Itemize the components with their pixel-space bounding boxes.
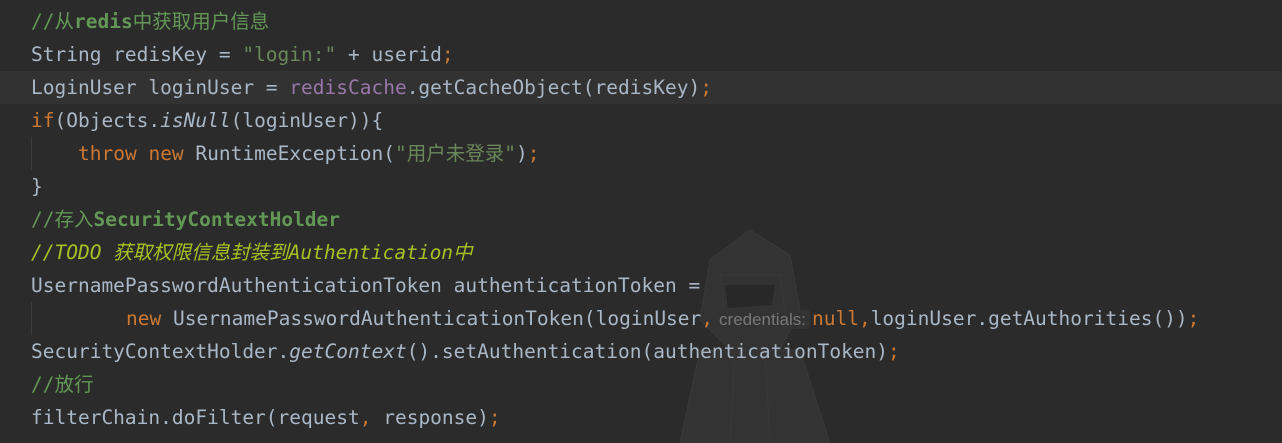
code-token: UsernamePasswordAuthenticationToken auth…: [31, 274, 701, 297]
code-line-12[interactable]: //放行: [0, 368, 1282, 401]
code-token: UsernamePasswordAuthenticationToken(logi…: [161, 307, 702, 330]
code-token: ().setAuthentication(authenticationToken…: [406, 340, 889, 363]
comment-token: redis: [73, 10, 133, 33]
code-token: filterChain.doFilter(request: [31, 406, 360, 429]
keyword-token: null: [811, 307, 859, 330]
code-line-2[interactable]: String redisKey = "login:" + userid;: [0, 38, 1282, 71]
comment-token: 中获取用户信息: [132, 10, 270, 33]
semicolon: ;: [1187, 307, 1200, 330]
keyword-token: throw: [78, 142, 137, 165]
keyword-token: new: [148, 142, 184, 165]
code-token: (loginUser)){: [230, 109, 384, 132]
semicolon: ;: [527, 142, 540, 165]
code-line-1[interactable]: //从redis中获取用户信息: [0, 5, 1282, 38]
field-reference: redisCache: [289, 76, 407, 99]
semicolon: ;: [488, 406, 501, 429]
comma: ,: [701, 307, 714, 330]
code-line-5[interactable]: throw new RuntimeException("用户未登录");: [0, 137, 1282, 170]
code-token: + userid: [336, 43, 442, 66]
keyword-token: new: [126, 307, 162, 330]
code-line-6[interactable]: }: [0, 170, 1282, 203]
comment-token: //存入: [31, 208, 94, 231]
code-line-10[interactable]: new UsernamePasswordAuthenticationToken(…: [0, 302, 1282, 335]
code-token: RuntimeException(: [183, 142, 396, 165]
code-line-13[interactable]: filterChain.doFilter(request, response);: [0, 401, 1282, 434]
code-line-11[interactable]: SecurityContextHolder.getContext().setAu…: [0, 335, 1282, 368]
code-token: (Objects.: [54, 109, 161, 132]
semicolon: ;: [700, 76, 712, 99]
comment-token: //从: [31, 10, 74, 33]
keyword-token: if: [31, 109, 55, 132]
code-editor[interactable]: //从redis中获取用户信息 String redisKey = "login…: [0, 0, 1282, 443]
code-line-9[interactable]: UsernamePasswordAuthenticationToken auth…: [0, 269, 1282, 302]
code-token: String redisKey =: [31, 43, 243, 66]
comment-token: SecurityContextHolder: [93, 208, 341, 231]
code-line-4[interactable]: if(Objects.isNull(loginUser)){: [0, 104, 1282, 137]
semicolon: ;: [888, 340, 900, 363]
code-token: LoginUser loginUser =: [31, 76, 290, 99]
code-token: ): [516, 142, 528, 165]
code-token: response): [371, 406, 489, 429]
semicolon: ;: [441, 43, 454, 66]
todo-comment-token: //: [31, 241, 55, 264]
static-method-token: isNull: [160, 109, 231, 132]
todo-comment-token: TODO 获取权限信息封装到Authentication中: [54, 241, 473, 264]
string-literal: "login:": [242, 43, 337, 66]
indent-guide: [31, 137, 32, 170]
code-token: loginUser.getAuthorities()): [870, 307, 1188, 330]
code-token: .getCacheObject(redisKey): [406, 76, 701, 99]
parameter-hint: credentials:: [715, 310, 810, 329]
string-literal: "用户未登录": [395, 142, 516, 165]
code-token: }: [31, 175, 43, 198]
code-line-8[interactable]: //TODO 获取权限信息封装到Authentication中: [0, 236, 1282, 269]
code-line-3-current[interactable]: LoginUser loginUser = redisCache.getCach…: [0, 71, 1282, 104]
indent-guide: [31, 302, 32, 335]
code-token: SecurityContextHolder.: [31, 340, 290, 363]
comment-token: //放行: [31, 373, 94, 396]
static-method-token: getContext: [289, 340, 407, 363]
comma: ,: [858, 307, 871, 330]
code-line-7[interactable]: //存入SecurityContextHolder: [0, 203, 1282, 236]
comma: ,: [359, 406, 372, 429]
